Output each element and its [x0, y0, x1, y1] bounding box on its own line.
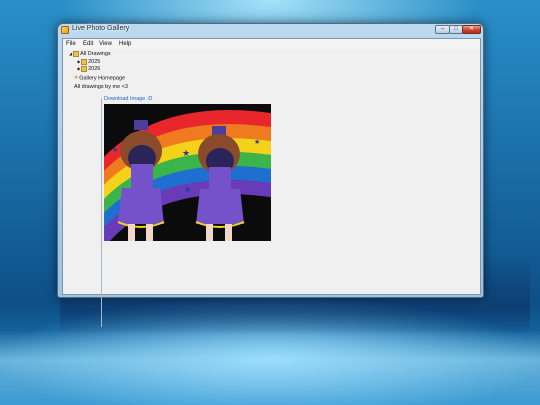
window-title: Live Photo Gallery — [72, 25, 130, 32]
svg-text:★: ★ — [254, 138, 260, 146]
folder-icon — [73, 51, 80, 57]
title-bar[interactable]: Live Photo Gallery – □ ✕ — [58, 24, 483, 37]
menu-file[interactable]: File — [66, 41, 76, 47]
menu-view[interactable]: View — [99, 41, 112, 47]
home-icon: ✲ — [74, 75, 79, 81]
maximize-button[interactable]: □ — [449, 25, 463, 34]
menu-bar: File Edit View Help — [63, 39, 480, 49]
tree-label-2025: 2025 — [88, 59, 101, 66]
menu-edit[interactable]: Edit — [83, 41, 93, 47]
tree-item-all-drawings[interactable]: ◢ All Drawings — [69, 51, 111, 57]
divider-line — [101, 98, 102, 327]
drawing-artwork: ★ ★ ★ ★ — [104, 104, 271, 241]
folder-icon — [81, 59, 88, 65]
minimize-button[interactable]: – — [435, 25, 450, 34]
drawing-image[interactable]: ★ ★ ★ ★ — [104, 104, 271, 241]
svg-text:★: ★ — [182, 149, 190, 159]
tree-item-2026[interactable]: ◆ 2026 — [77, 66, 100, 72]
collapse-arrow-icon[interactable]: ◆ — [77, 59, 80, 64]
svg-text:★: ★ — [184, 185, 191, 194]
close-button[interactable]: ✕ — [462, 25, 481, 34]
expand-arrow-icon[interactable]: ◢ — [69, 51, 72, 56]
tree-label-gallery-homepage: Gallery Homepage — [79, 75, 126, 82]
tree-label-all-drawings: All Drawings — [80, 51, 111, 58]
collapse-arrow-icon[interactable]: ◆ — [77, 66, 80, 71]
gallery-caption: All drawings by me <3 — [74, 84, 128, 90]
svg-text:★: ★ — [112, 146, 118, 154]
tree-item-2025[interactable]: ◆ 2025 — [77, 59, 100, 65]
app-icon — [61, 26, 69, 34]
download-image-link[interactable]: Download Image :D — [104, 96, 152, 102]
folder-icon — [81, 66, 88, 72]
tree-item-gallery-homepage[interactable]: ✲Gallery Homepage — [74, 75, 125, 81]
menu-help[interactable]: Help — [119, 41, 131, 47]
tree-label-2026: 2026 — [88, 66, 101, 73]
desktop-wallpaper-glow — [0, 330, 540, 405]
